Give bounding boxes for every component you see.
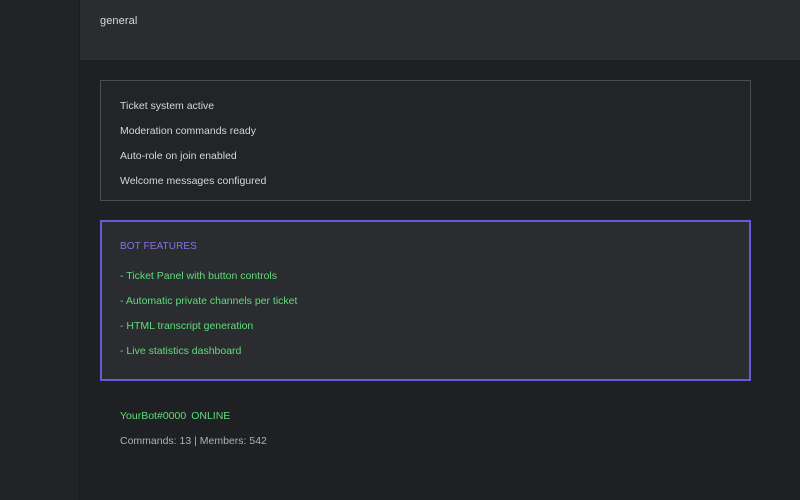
- server-sidebar: [0, 0, 80, 500]
- features-panel: BOT FEATURES - Ticket Panel with button …: [100, 220, 751, 381]
- bot-status-line: YourBot#0000 ONLINE: [120, 410, 235, 422]
- app-window: general Ticket system active Moderation …: [0, 0, 800, 500]
- channel-header: general: [80, 0, 800, 61]
- features-title: BOT FEATURES: [120, 241, 197, 252]
- feature-item-private-channels: - Automatic private channels per ticket: [120, 295, 298, 307]
- bot-tag: YourBot#0000: [120, 410, 187, 422]
- status-item-ticket-system: Ticket system active: [120, 100, 215, 112]
- feature-item-transcript: - HTML transcript generation: [120, 320, 254, 332]
- bot-stats: Commands: 13 | Members: 542: [120, 435, 267, 447]
- status-panel: Ticket system active Moderation commands…: [100, 80, 751, 201]
- feature-item-ticket-panel: - Ticket Panel with button controls: [120, 270, 277, 282]
- feature-item-statistics: - Live statistics dashboard: [120, 345, 242, 357]
- channel-name[interactable]: general: [100, 15, 137, 27]
- status-item-welcome: Welcome messages configured: [120, 175, 267, 187]
- status-item-moderation: Moderation commands ready: [120, 125, 256, 137]
- main-content: general Ticket system active Moderation …: [80, 0, 800, 500]
- status-item-auto-role: Auto-role on join enabled: [120, 150, 237, 162]
- bot-online-badge: ONLINE: [191, 410, 231, 422]
